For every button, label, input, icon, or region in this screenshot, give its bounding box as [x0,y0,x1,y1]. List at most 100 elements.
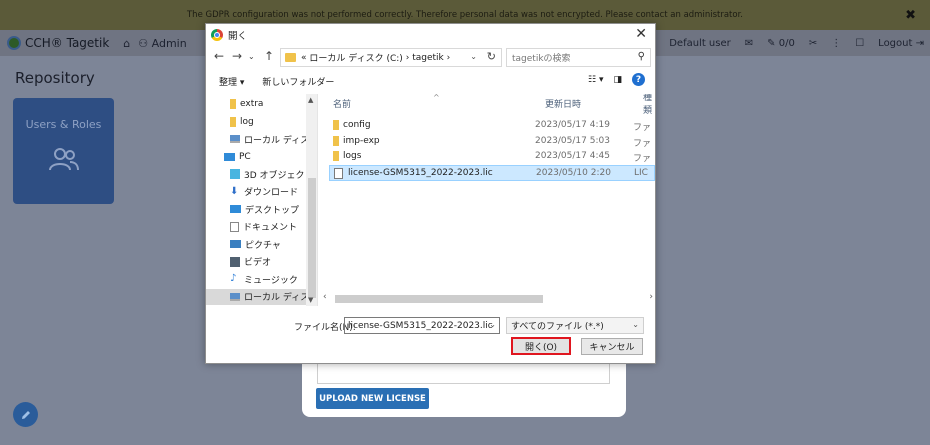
refresh-icon[interactable]: ↻ [487,50,496,63]
file-date: 2023/05/10 2:20 [536,167,611,178]
user-name[interactable]: Default user [669,38,731,49]
folder-icon [230,116,236,127]
header-tools: Default user ✉ ✎ 0/0 ✂ ⋮ ☐ Logout ⇥ [669,30,924,56]
view-options-icon[interactable]: ☷ ▾ [588,75,603,85]
close-icon[interactable]: ✕ [635,26,647,42]
nav-item[interactable]: ピクチャ [206,236,306,252]
nav-item[interactable]: ローカル ディスク (C [206,131,317,147]
gdpr-message: The GDPR configuration was not performed… [186,10,743,20]
back-arrow-icon[interactable]: ← [214,49,224,63]
file-type: ファ [633,154,652,164]
nav-item[interactable]: ♪ ミュージック [206,271,306,287]
column-type[interactable]: 種類 [643,94,655,116]
scroll-right-icon[interactable]: › [649,292,653,302]
file-row[interactable]: imp-exp 2023/05/17 5:03 ファ [329,134,655,150]
logout-button[interactable]: Logout ⇥ [878,38,924,49]
open-button[interactable]: 開く(O) [511,337,571,355]
file-type: ファ [633,138,652,149]
forward-arrow-icon[interactable]: → [232,49,242,63]
file-type-value: すべてのファイル (*.*) [511,322,604,332]
file-name-cell: logs [333,151,361,161]
file-name: logs [343,151,362,161]
more-icon[interactable]: ⋮ [831,38,841,49]
file-name-cell: imp-exp [333,135,380,146]
messages-count: 0/0 [778,37,795,49]
pen-icon: ✎ [767,37,776,49]
dialog-title: 開く [228,30,248,42]
edit-button[interactable] [13,402,38,427]
nav-item-label: 3D オブジェクト [244,170,314,181]
nav-item[interactable]: ローカル ディスク (C [206,288,317,305]
nav-item-label: log [240,116,254,127]
nav-item[interactable]: ⬇ ダウンロード [206,184,306,200]
file-row[interactable]: license-GSM5315_2022-2023.lic 2023/05/10 … [329,164,655,181]
close-icon[interactable]: ✖ [905,8,916,23]
up-arrow-icon[interactable]: ↑ [264,49,274,63]
music-icon: ♪ [230,273,237,284]
tile-label: Users & Roles [25,118,102,131]
file-name: imp-exp [343,135,380,146]
tools-icon[interactable]: ✂ [809,38,817,49]
logo-icon [7,36,21,50]
file-row[interactable]: config 2023/05/17 4:19 ファ [329,118,655,134]
messages-counter[interactable]: ✎ 0/0 [767,38,795,49]
search-placeholder: tagetikの検索 [512,54,571,64]
scroll-up-icon[interactable]: ▲ [308,96,313,104]
nav-item[interactable]: log [206,114,306,130]
chevron-down-icon[interactable]: ⌄ [489,320,496,329]
file-row[interactable]: logs 2023/05/17 4:45 ファ [329,149,655,165]
nav-item[interactable]: extra [206,96,306,112]
mail-icon[interactable]: ✉ [745,38,753,49]
breadcrumb-tagetik[interactable]: tagetik [412,53,444,63]
file-name: config [343,120,371,130]
file-date: 2023/05/17 4:45 [535,151,610,161]
column-name[interactable]: 名前 [333,94,351,112]
nav-item[interactable]: 3D オブジェクト [206,166,314,182]
column-date[interactable]: 更新日時 [545,94,581,112]
nav-item-label: ピクチャ [245,240,281,251]
help-icon[interactable]: ☐ [855,38,864,49]
filename-input[interactable]: license-GSM5315_2022-2023.lic ⌄ [344,317,500,334]
new-folder-button[interactable]: 新しいフォルダー [262,75,334,88]
pictures-icon [230,240,241,248]
nav-item-label: PC [239,151,251,162]
preview-pane-icon[interactable]: ◨ [613,75,622,85]
organize-button[interactable]: 整理 ▾ [219,75,244,88]
breadcrumb-separator: › [405,52,410,63]
admin-menu[interactable]: ⚇ Admin [138,37,186,50]
scrollbar-thumb[interactable] [308,178,316,298]
breadcrumb-overflow[interactable]: « [301,53,307,63]
nav-scrollbar[interactable]: ▲ ▼ [306,94,317,306]
drive-icon [230,135,240,143]
scroll-down-icon[interactable]: ▼ [308,296,313,304]
help-icon[interactable]: ? [632,73,645,86]
breadcrumb-drive[interactable]: ローカル ディスク (C:) [309,51,402,64]
address-bar[interactable]: « ローカル ディスク (C:) › tagetik › ⌄ ↻ [280,48,502,67]
dialog-titlebar: 開く ✕ [206,24,655,45]
command-bar: 整理 ▾ 新しいフォルダー ☷ ▾ ◨ ? [206,71,655,91]
users-roles-tile[interactable]: Users & Roles [13,98,114,204]
scrollbar-thumb[interactable] [335,295,543,303]
search-icon[interactable]: ⚲ [638,51,645,62]
nav-item[interactable]: PC [206,149,306,165]
document-icon [230,221,239,232]
logout-label: Logout [878,37,913,49]
chevron-down-icon[interactable]: ⌄ [470,52,477,61]
nav-item[interactable]: ドキュメント [206,219,306,235]
nav-item[interactable]: デスクトップ [206,201,306,217]
folder-icon [333,151,339,161]
scroll-left-icon[interactable]: ‹ [323,292,327,302]
nav-item-label: ミュージック [244,275,298,286]
folder-icon [333,135,339,146]
nav-item-label: ドキュメント [243,223,298,233]
file-list-hscrollbar[interactable]: ‹ › [321,292,655,306]
search-input[interactable]: tagetikの検索 ⚲ [506,48,651,67]
file-type-select[interactable]: すべてのファイル (*.*) ⌄ [506,317,644,334]
recent-dropdown-icon[interactable]: ⌄ [248,52,255,61]
nav-item[interactable]: ビデオ [206,254,306,270]
drive-icon [230,292,240,301]
upload-license-button[interactable]: UPLOAD NEW LICENSE [316,388,429,409]
cancel-button[interactable]: キャンセル [581,338,643,355]
file-name: license-GSM5315_2022-2023.lic [348,168,493,178]
home-icon[interactable]: ⌂ [123,37,130,50]
